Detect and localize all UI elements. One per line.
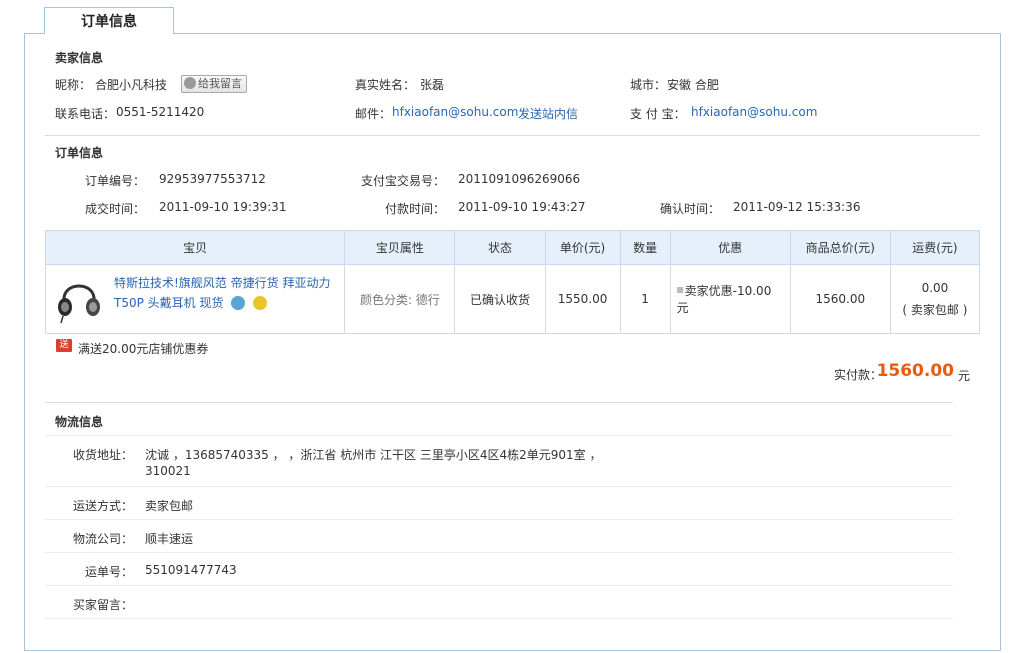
item-status: 已确认收货 (454, 264, 546, 334)
order-no: 92953977553712 (159, 172, 266, 186)
item-title-link[interactable]: 特斯拉技术!旗舰风范 帝捷行货 拜亚动力 T50P 头戴耳机 现货 (114, 273, 336, 313)
item-cell: 特斯拉技术!旗舰风范 帝捷行货 拜亚动力 T50P 头戴耳机 现货 (44, 264, 346, 334)
shipping-cell: 0.00 ( 卖家包邮 ) (889, 264, 981, 334)
chat-icon (184, 77, 196, 89)
header-total: 商品总价(元) (789, 230, 891, 265)
divider (45, 435, 953, 436)
goods-table: 宝贝 宝贝属性 状态 单价(元) 数量 优惠 商品总价(元) 运费(元) 特斯拉… (44, 230, 981, 334)
seller-phone: 0551-5211420 (116, 105, 205, 119)
alipay-trade-no: 2011091096269066 (458, 172, 581, 186)
table-row: 特斯拉技术!旗舰风范 帝捷行货 拜亚动力 T50P 头戴耳机 现货 颜色分类: … (44, 264, 981, 334)
discount-cell: 卖家优惠-10.00元 (669, 264, 791, 334)
seller-city: 安徽 合肥 (667, 78, 719, 92)
leave-message-label: 给我留言 (198, 77, 242, 90)
item-discount: 卖家优惠-10.00元 (676, 284, 772, 315)
divider (45, 402, 953, 403)
refresh-icon (231, 296, 246, 310)
address-label: 收货地址： (72, 448, 133, 462)
divider (45, 135, 980, 136)
tab-order-info[interactable]: 订单信息 (44, 7, 174, 34)
pay-time-label: 付款时间： (385, 202, 446, 216)
deal-time-label: 成交时间： (85, 202, 146, 216)
item-attribute: 颜色分类: 德行 (344, 264, 456, 334)
order-section-title: 订单信息 (55, 146, 104, 160)
method-label: 运送方式： (72, 499, 133, 513)
order-no-label: 订单编号： (85, 174, 146, 188)
send-message-link[interactable]: 发送站内信 (518, 105, 578, 122)
logistics-company: 顺丰速运 (145, 532, 194, 546)
gift-icon: 送 (56, 339, 72, 352)
seller-email-link[interactable]: hfxiaofan@sohu.com (392, 105, 518, 119)
divider (45, 552, 953, 553)
header-shipping: 运费(元) (889, 230, 981, 265)
buyer-message-label: 买家留言： (72, 598, 133, 612)
discount-bullet-icon (676, 287, 683, 293)
item-shipping: 0.00 (921, 280, 949, 295)
seller-alipay-link[interactable]: hfxiaofan@sohu.com (691, 105, 817, 119)
goods-table-header: 宝贝 宝贝属性 状态 单价(元) 数量 优惠 商品总价(元) 运费(元) (44, 230, 981, 265)
leave-message-button[interactable]: 给我留言 (181, 75, 247, 93)
tracking-number: 551091477743 (145, 563, 237, 577)
item-quantity: 1 (619, 264, 671, 334)
header-discount: 优惠 (669, 230, 791, 265)
medal-icon (253, 296, 268, 310)
headphone-thumbnail[interactable] (54, 271, 104, 323)
address-line-1: 沈诚 ，13685740335 ， ，浙江省 杭州市 江干区 三里亭小区4区4栋… (145, 448, 602, 462)
alipay-trade-label: 支付宝交易号： (361, 174, 446, 188)
header-quantity: 数量 (619, 230, 671, 265)
seller-section-title: 卖家信息 (55, 51, 104, 65)
city-label: 城市： (630, 78, 667, 92)
header-status: 状态 (454, 230, 546, 265)
tracking-label: 运单号： (84, 565, 133, 579)
realname-label: 真实姓名： (355, 78, 416, 92)
company-label: 物流公司： (72, 532, 133, 546)
nickname-label: 昵称： (55, 78, 92, 92)
header-unit-price: 单价(元) (544, 230, 621, 265)
header-item: 宝贝 (44, 230, 346, 265)
pay-time: 2011-09-10 19:43:27 (458, 200, 586, 214)
shipping-note: ( 卖家包邮 ) (902, 302, 968, 317)
gift-text: 满送20.00元店铺优惠券 (78, 342, 209, 356)
email-label: 邮件： (355, 107, 392, 121)
phone-label: 联系电话： (55, 107, 116, 121)
shipping-method: 卖家包邮 (145, 499, 194, 513)
divider (45, 585, 953, 586)
alipay-label: 支 付 宝： (630, 107, 686, 121)
paid-amount: 1560.00 (876, 361, 954, 381)
order-detail-panel: 卖家信息 昵称： 合肥小凡科技 给我留言 真实姓名： 张磊 城市： 安徽 合肥 … (24, 33, 1001, 651)
divider (45, 618, 953, 619)
paid-unit: 元 (957, 369, 970, 383)
deal-time: 2011-09-10 19:39:31 (159, 200, 287, 214)
confirm-time: 2011-09-12 15:33:36 (733, 200, 861, 214)
item-title[interactable]: 特斯拉技术!旗舰风范 帝捷行货 拜亚动力 T50P 头戴耳机 现货 (114, 276, 330, 310)
seller-realname: 张磊 (420, 78, 445, 92)
paid-label: 实付款： (833, 368, 882, 382)
confirm-time-label: 确认时间： (660, 202, 721, 216)
address-line-2: 310021 (145, 464, 191, 478)
divider (45, 486, 953, 487)
item-unit-price: 1550.00 (544, 264, 621, 334)
item-total: 1560.00 (789, 264, 891, 334)
logistics-section-title: 物流信息 (55, 415, 104, 429)
seller-nickname: 合肥小凡科技 (95, 78, 168, 92)
header-attribute: 宝贝属性 (344, 230, 456, 265)
divider (45, 519, 953, 520)
